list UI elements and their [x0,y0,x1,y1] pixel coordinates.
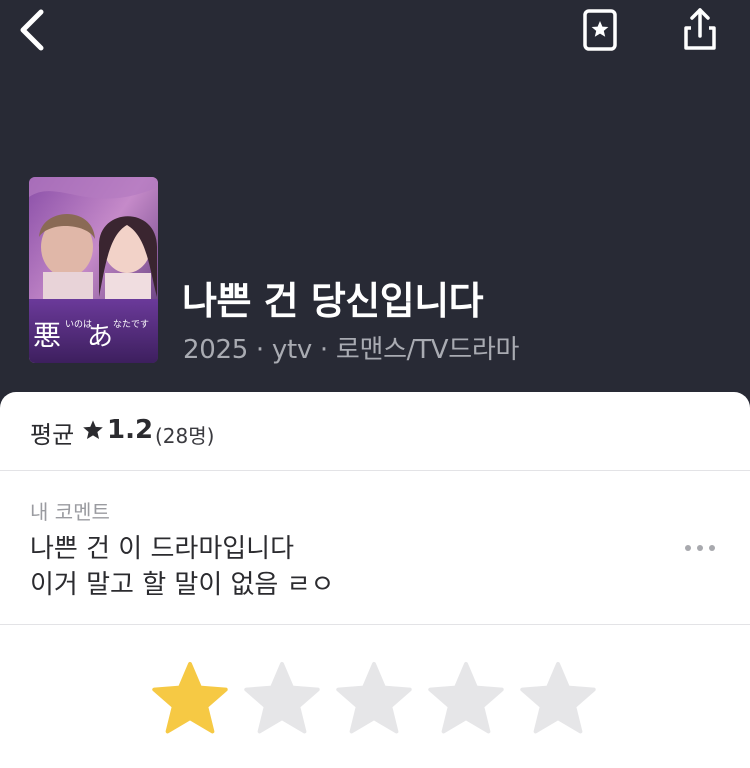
svg-text:なたです: なたです [113,319,149,330]
star-3-icon[interactable] [334,660,414,738]
average-label: 평균 [30,421,75,449]
star-4-icon[interactable] [426,660,506,738]
bookmark-button[interactable] [582,8,618,52]
content-sheet: 평균 1.2 (28명) 내 코멘트 나쁜 건 이 드라마입니다 이거 말고 할… [0,392,750,768]
back-button[interactable] [14,6,54,54]
rating-count: (28명) [155,424,215,448]
star-1-icon[interactable] [150,660,230,738]
poster-image: 悪 いのは あ なたです [29,177,158,363]
more-horizontal-icon [685,545,715,551]
star-5-icon[interactable] [518,660,598,738]
poster-title-text: 悪 [33,319,61,352]
page-title: 나쁜 건 당신입니다 [182,279,484,323]
my-comment-text-line-2: 이거 말고 할 말이 없음 ㄹㅇ [30,570,335,600]
average-rating-row: 평균 1.2 (28명) [0,392,750,471]
star-2-icon[interactable] [242,660,322,738]
my-comment-text-line-1: 나쁜 건 이 드라마입니다 [30,534,294,564]
average-rating-value: 1.2 [107,415,154,445]
share-button[interactable] [680,6,720,52]
user-rating-stars[interactable] [150,660,602,740]
bookmark-star-icon [583,9,617,51]
share-icon [684,8,716,50]
my-comment-label: 내 코멘트 [30,500,110,524]
chevron-left-icon [20,9,44,51]
movie-header: 悪 いのは あ なたです 나쁜 건 당신입니다 2025 · ytv · 로맨스… [0,0,750,392]
star-icon [83,420,103,439]
svg-text:あ: あ [87,322,113,352]
movie-meta: 2025 · ytv · 로맨스/TV드라마 [183,335,520,365]
my-comment-section[interactable]: 내 코멘트 나쁜 건 이 드라마입니다 이거 말고 할 말이 없음 ㄹㅇ [0,472,750,625]
comment-more-button[interactable] [682,538,718,558]
